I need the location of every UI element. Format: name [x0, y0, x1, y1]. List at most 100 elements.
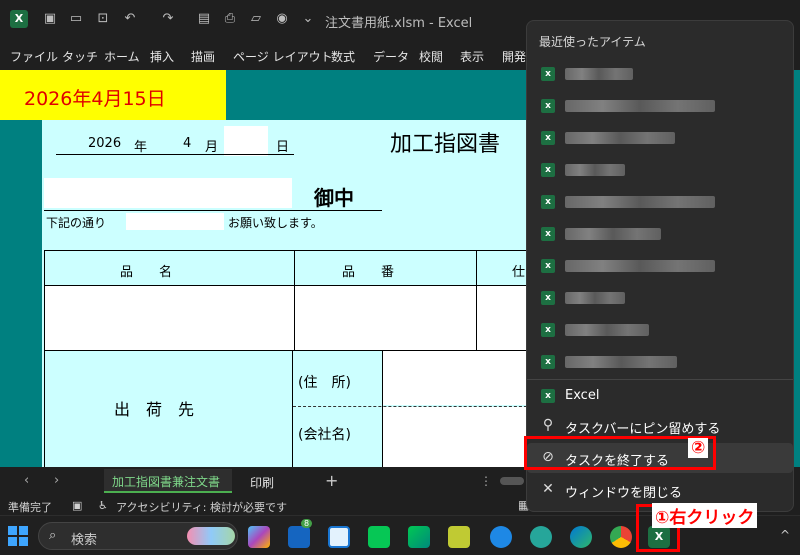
recent-items-header: 最近使ったアイテム — [539, 35, 646, 49]
status-accessibility[interactable]: アクセシビリティ: 検討が必要です — [116, 499, 287, 515]
excel-file-icon: x — [541, 355, 555, 369]
sheet-tab-active-label: 加工指図書兼注文書 — [112, 475, 221, 489]
menu-divider — [527, 379, 793, 380]
table-top-border — [44, 250, 542, 251]
form-month-unit: 月 — [205, 140, 219, 155]
sheet-tab-active[interactable]: 加工指図書兼注文書 — [104, 469, 232, 493]
window-title: 注文書用紙.xlsm - Excel — [325, 16, 473, 31]
customize-qat-icon[interactable]: ⌄ — [300, 11, 316, 27]
tab-home[interactable]: ホーム — [104, 48, 140, 65]
search-placeholder: 検索 — [71, 533, 98, 548]
task-app-icon[interactable]: 8 — [288, 519, 313, 548]
tab-insert[interactable]: 挿入 — [150, 48, 174, 65]
sheet-menu-icon[interactable]: ⋮ — [480, 474, 492, 488]
form-title: 加工指図書 — [390, 132, 501, 157]
tab-review[interactable]: 校閲 — [419, 48, 443, 65]
notes-app-icon[interactable] — [448, 526, 470, 548]
browser-app-icon[interactable] — [490, 526, 512, 548]
form-day-unit: 日 — [276, 140, 290, 155]
whiteboard-icon[interactable] — [328, 526, 350, 548]
recent-item[interactable]: x — [527, 219, 793, 249]
windows-start-icon[interactable] — [8, 526, 28, 546]
redo-icon[interactable]: ↷ — [160, 11, 176, 27]
tab-touch[interactable]: タッチ — [62, 48, 98, 65]
form-year-unit: 年 — [134, 140, 148, 155]
sheet-tab-print[interactable]: 印刷 — [250, 474, 274, 491]
form-month: 4 — [183, 136, 192, 151]
open-excel-item[interactable]: x Excel — [527, 381, 793, 411]
recent-item[interactable]: x — [527, 283, 793, 313]
tab-formulas[interactable]: 数式 — [331, 48, 355, 65]
pin-to-taskbar-label: タスクバーにピン留めする — [565, 422, 721, 437]
close-icon: ✕ — [542, 481, 554, 497]
date-underline — [56, 154, 294, 155]
document-icon[interactable]: ▤ — [196, 11, 212, 27]
product-number-cell[interactable] — [295, 286, 476, 350]
order-form[interactable]: 2026 年 4 月 日 加工指図書 御中 下記の通り お願い致します。 品 名… — [42, 120, 542, 467]
form-icon[interactable]: ⊡ — [95, 11, 111, 27]
new-file-icon[interactable]: ▭ — [68, 11, 84, 27]
recent-item[interactable]: x — [527, 347, 793, 377]
company-label: (会社名) — [298, 427, 351, 443]
recipient-input-cell[interactable] — [44, 178, 292, 208]
print-preview-icon[interactable]: ⎙ — [222, 11, 238, 27]
excel-file-icon: x — [541, 195, 555, 209]
undo-icon[interactable]: ↶ — [122, 11, 138, 27]
date-cell-text: 2026年4月15日 — [24, 88, 166, 110]
horizontal-scrollbar[interactable] — [500, 477, 524, 485]
app-icon-generic[interactable] — [408, 526, 430, 548]
tab-developer[interactable]: 開発 — [502, 48, 526, 65]
search-highlight-image — [187, 527, 235, 545]
address-input-cell[interactable] — [383, 351, 542, 405]
open-excel-label: Excel — [565, 388, 600, 403]
search-icon: ⌕ — [49, 528, 57, 543]
tab-page-layout[interactable]: ページ レイアウト — [233, 48, 333, 65]
recent-item[interactable]: x — [527, 123, 793, 153]
add-sheet-button[interactable]: + — [325, 471, 338, 490]
request-input-cell[interactable] — [126, 213, 224, 230]
taskbar-search[interactable]: ⌕ 検索 — [38, 522, 238, 550]
camera-icon[interactable]: ◉ — [274, 11, 290, 27]
chrome-icon[interactable] — [610, 526, 632, 548]
form-year: 2026 — [88, 136, 122, 151]
address-label: (住 所) — [298, 375, 351, 391]
company-input-cell[interactable] — [383, 407, 542, 467]
excel-file-icon: x — [541, 131, 555, 145]
recent-item[interactable]: x — [527, 91, 793, 121]
status-ready: 準備完了 — [8, 501, 52, 514]
excel-file-icon: x — [541, 67, 555, 81]
next-sheet-icon[interactable]: › — [54, 473, 59, 488]
recent-item[interactable]: x — [527, 251, 793, 281]
recent-item[interactable]: x — [527, 315, 793, 345]
open-folder-icon[interactable]: ▱ — [248, 11, 264, 27]
recent-item-blurred-name — [565, 132, 675, 144]
tab-draw[interactable]: 描画 — [191, 48, 215, 65]
excel-file-icon: x — [541, 323, 555, 337]
ship-divider — [293, 406, 542, 407]
excel-logo-icon: X — [10, 10, 28, 28]
recent-item[interactable]: x — [527, 155, 793, 185]
annotation-step2: ② — [688, 438, 709, 458]
save-icon[interactable]: ▣ — [42, 11, 58, 27]
day-input-cell[interactable] — [224, 126, 268, 156]
copilot-icon[interactable] — [248, 526, 270, 548]
tab-view[interactable]: 表示 — [460, 48, 484, 65]
product-name-cell[interactable] — [45, 286, 294, 350]
excel-file-icon: x — [541, 99, 555, 113]
recent-item[interactable]: x — [527, 187, 793, 217]
prev-sheet-icon[interactable]: ‹ — [24, 473, 29, 488]
recipient-suffix: 御中 — [314, 186, 354, 210]
ship-to-label: 出 荷 先 — [114, 400, 195, 419]
recent-item-blurred-name — [565, 100, 715, 112]
chevron-up-icon[interactable]: ^ — [780, 528, 790, 542]
tab-data[interactable]: データ — [373, 48, 409, 65]
photos-app-icon[interactable] — [530, 526, 552, 548]
recent-item[interactable]: x — [527, 59, 793, 89]
line-app-icon[interactable] — [368, 526, 390, 548]
edge-icon[interactable] — [570, 526, 592, 548]
close-window-item[interactable]: ✕ ウィンドウを閉じる — [527, 475, 793, 505]
excel-file-icon: x — [541, 259, 555, 273]
macro-record-icon[interactable]: ▣ — [72, 499, 82, 512]
recent-item-blurred-name — [565, 68, 633, 80]
tab-file[interactable]: ファイル — [10, 48, 58, 65]
